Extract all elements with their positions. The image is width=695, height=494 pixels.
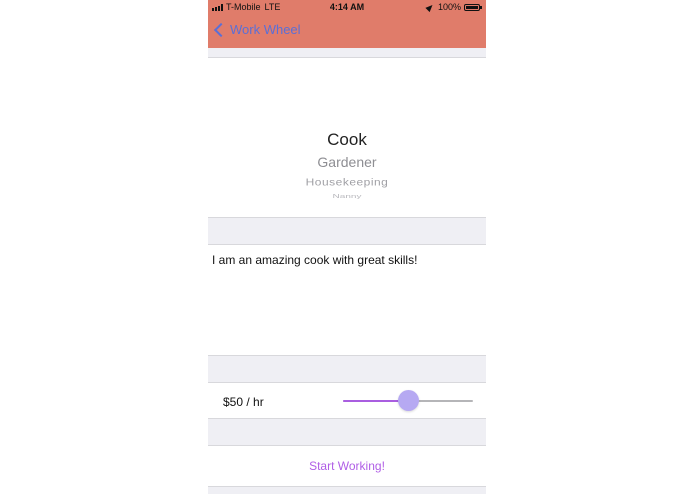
navigation-bar: T-Mobile LTE 4:14 AM 100% Work Wheel [208, 0, 486, 48]
rate-slider-thumb[interactable] [397, 390, 419, 411]
battery-icon [464, 3, 482, 11]
app-screen: T-Mobile LTE 4:14 AM 100% Work Wheel Coo… [208, 0, 486, 494]
description-text: I am an amazing cook with great skills! [212, 253, 418, 267]
picker-option-selected[interactable]: Cook [208, 130, 486, 150]
job-picker[interactable]: Cook Gardener Housekeeping Nanny [208, 57, 486, 218]
picker-option[interactable]: Gardener [208, 154, 486, 170]
chevron-left-icon [213, 22, 229, 37]
picker-option[interactable]: Nanny [208, 193, 486, 199]
status-bar: T-Mobile LTE 4:14 AM 100% [208, 0, 486, 14]
back-button[interactable]: Work Wheel [213, 22, 301, 37]
picker-option[interactable]: Housekeeping [208, 176, 486, 188]
location-arrow-icon [425, 2, 435, 12]
battery-percent: 100% [437, 2, 461, 12]
back-button-label: Work Wheel [230, 22, 301, 37]
rate-row: $50 / hr [208, 382, 486, 419]
description-textarea[interactable]: I am an amazing cook with great skills! [208, 244, 486, 356]
start-working-button[interactable]: Start Working! [208, 446, 486, 486]
status-right: 100% [425, 2, 482, 12]
start-row: Start Working! [208, 445, 486, 487]
rate-label: $50 / hr [223, 395, 264, 409]
